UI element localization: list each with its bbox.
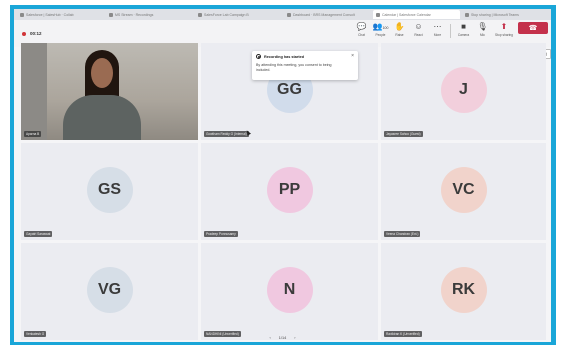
participant-tile[interactable]: GS Gayatri Saraswat <box>21 143 198 240</box>
toolbar-actions: 💬 Chat 👥100 People ✋ Raise ☺ React ⋯ Mor… <box>352 22 551 38</box>
camera-icon: ■ <box>461 22 466 31</box>
browser-tab[interactable]: SalesForce Lab Campaign B <box>195 10 282 19</box>
previous-page-button[interactable]: ‹ <box>270 336 271 340</box>
react-button[interactable]: ☺ React <box>409 22 428 37</box>
chat-button[interactable]: 💬 Chat <box>352 22 371 37</box>
raise-hand-button[interactable]: ✋ Raise <box>390 22 409 37</box>
toolbar-divider <box>450 24 451 38</box>
stop-sharing-icon: ⬆ <box>500 22 508 31</box>
people-button[interactable]: 👥100 People <box>371 22 390 37</box>
more-icon: ⋯ <box>433 22 442 31</box>
camera-button[interactable]: ■ Camera <box>454 22 473 37</box>
tab-favicon-icon <box>287 12 291 17</box>
gallery-pager: ‹ 1/14 › <box>14 336 551 340</box>
participant-name: Veena Chandran (Ext.) <box>384 231 421 237</box>
recording-notification: Recording has started × By attending thi… <box>252 51 358 80</box>
participant-grid: Aparna B GG Gowtham Reddy G (Internal) J… <box>21 43 546 340</box>
participant-tile[interactable]: N NANDHINI (Unverified) <box>201 243 378 340</box>
participant-name: Pradeep Ponnusamy <box>204 231 238 237</box>
tab-favicon-icon <box>376 12 380 17</box>
recording-status-icon <box>256 54 261 59</box>
participant-avatar: N <box>266 266 313 313</box>
teams-meeting-window: Salesforce | SalesHub · Collab MS Stream… <box>10 5 556 345</box>
participant-avatar: GS <box>86 166 133 213</box>
mic-icon: 🎙 <box>477 22 488 31</box>
participant-tile[interactable]: RK Ravikiran K (Unverified) <box>381 243 546 340</box>
chat-icon: 💬 <box>356 22 367 31</box>
close-icon[interactable]: × <box>351 53 354 59</box>
participant-avatar: VG <box>86 266 133 313</box>
video-background <box>21 43 47 140</box>
participant-name: Jayasree Sahoo (Guest) <box>384 131 423 137</box>
browser-tab[interactable]: MS Stream · Recordings <box>106 10 193 19</box>
browser-tab-bar: Salesforce | SalesHub · Collab MS Stream… <box>14 9 551 20</box>
meeting-timer: 00:12 <box>30 31 42 36</box>
tab-favicon-icon <box>198 12 202 17</box>
phone-hangup-icon: ☎ <box>528 25 538 32</box>
participant-avatar: J <box>440 66 487 113</box>
participant-name: Aparna B <box>24 131 42 137</box>
next-page-button[interactable]: › <box>294 336 295 340</box>
participant-video-body <box>63 95 141 140</box>
page-indicator: 1/14 <box>278 336 287 340</box>
participant-video-face <box>91 58 113 88</box>
stop-sharing-button[interactable]: ⬆ Stop sharing <box>492 22 516 37</box>
participant-tile[interactable]: VG Venkatesh G <box>21 243 198 340</box>
tab-favicon-icon <box>109 12 113 17</box>
react-icon: ☺ <box>414 22 423 31</box>
raise-hand-icon: ✋ <box>394 22 405 31</box>
browser-tab[interactable]: Salesforce | SalesHub · Collab <box>17 10 104 19</box>
browser-tab-active[interactable]: Calendar | Salesforce Calendar <box>373 10 460 19</box>
browser-tab[interactable]: Dashboard · BRS Management Consolt <box>284 10 371 19</box>
participant-tile[interactable]: VC Veena Chandran (Ext.) <box>381 143 546 240</box>
recording-indicator: 00:12 <box>22 31 42 36</box>
participant-avatar: PP <box>266 166 313 213</box>
participant-tile[interactable]: PP Pradeep Ponnusamy <box>201 143 378 240</box>
tab-favicon-icon <box>465 12 469 17</box>
people-count: 100 <box>382 26 389 30</box>
people-icon: 👥100 <box>372 22 389 31</box>
leave-button[interactable]: ☎ <box>518 22 548 34</box>
recording-dot-icon <box>22 31 26 36</box>
more-button[interactable]: ⋯ More <box>428 22 447 37</box>
participant-name: Gayatri Saraswat <box>24 231 53 237</box>
participant-avatar: RK <box>440 266 487 313</box>
participant-name: Gowtham Reddy G (Internal) <box>204 131 249 137</box>
participant-avatar: VC <box>440 166 487 213</box>
notification-title: Recording has started <box>264 54 305 59</box>
browser-tab[interactable]: Stop sharing | Microsoft Teams <box>462 10 549 19</box>
participant-tile[interactable]: J Jayasree Sahoo (Guest) <box>381 43 546 140</box>
tab-favicon-icon <box>20 12 24 17</box>
mic-button[interactable]: 🎙 Mic <box>473 22 492 37</box>
notification-body: By attending this meeting, you consent t… <box>256 63 332 72</box>
participant-tile-video[interactable]: Aparna B <box>21 43 198 140</box>
